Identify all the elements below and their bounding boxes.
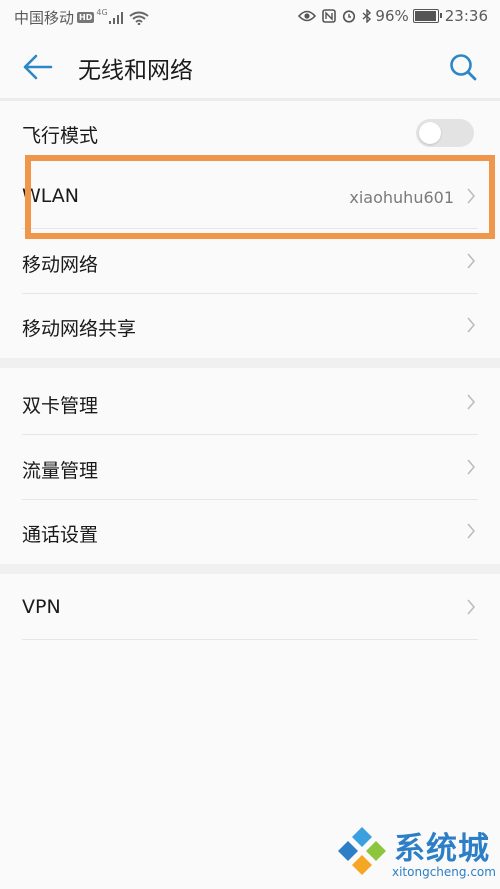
network-type: 4G bbox=[96, 8, 108, 17]
watermark-name: 系统城 bbox=[394, 831, 490, 867]
nfc-icon bbox=[322, 9, 337, 23]
hd-badge: HD bbox=[77, 12, 95, 23]
toggle-knob bbox=[419, 122, 441, 144]
section-gap bbox=[0, 564, 500, 574]
list-item-data-usage[interactable]: 流量管理 bbox=[0, 436, 500, 500]
list-item-call-settings[interactable]: 通话设置 bbox=[0, 500, 500, 564]
bluetooth-icon bbox=[362, 9, 372, 23]
list-item-label: 双卡管理 bbox=[22, 395, 99, 417]
list-item-label: 飞行模式 bbox=[22, 125, 99, 147]
watermark-url: xitongcheng.com bbox=[392, 865, 496, 879]
list-item-label: 流量管理 bbox=[22, 460, 99, 482]
list-item-dual-sim[interactable]: 双卡管理 bbox=[0, 371, 500, 435]
signal-icon bbox=[108, 11, 123, 24]
battery-percent: 96% bbox=[375, 7, 409, 25]
list-item-mobile-network[interactable]: 移动网络 bbox=[0, 230, 500, 294]
chevron-right-icon bbox=[467, 317, 476, 333]
list-item-label: 移动网络 bbox=[22, 254, 99, 276]
row-divider bbox=[22, 434, 478, 435]
status-right: 96% 23:36 bbox=[292, 7, 488, 25]
airplane-mode-toggle[interactable] bbox=[416, 119, 474, 147]
chevron-right-icon bbox=[467, 253, 476, 269]
chevron-right-icon bbox=[467, 394, 476, 410]
watermark-logo-icon bbox=[338, 827, 386, 875]
list-item-label: 通话设置 bbox=[22, 524, 99, 546]
row-divider bbox=[22, 639, 478, 640]
search-icon[interactable] bbox=[448, 52, 478, 82]
app-bar: 无线和网络 bbox=[0, 34, 500, 98]
list-item-tethering[interactable]: 移动网络共享 bbox=[0, 294, 500, 358]
status-left: 中国移动 HD 4G bbox=[14, 7, 149, 28]
list-item-label: 移动网络共享 bbox=[22, 318, 137, 340]
eye-icon bbox=[298, 10, 317, 22]
wifi-icon bbox=[129, 11, 149, 25]
alarm-icon bbox=[343, 10, 356, 23]
battery-icon bbox=[412, 9, 442, 23]
clock: 23:36 bbox=[444, 7, 488, 25]
chevron-right-icon bbox=[467, 523, 476, 539]
back-arrow-icon[interactable] bbox=[22, 52, 54, 82]
carrier-name: 中国移动 bbox=[14, 9, 75, 27]
highlight-box bbox=[25, 155, 495, 239]
page-title: 无线和网络 bbox=[78, 58, 193, 84]
status-bar: 中国移动 HD 4G 96% 23:36 bbox=[0, 0, 500, 34]
chevron-right-icon bbox=[467, 599, 476, 615]
list-item-vpn[interactable]: VPN bbox=[0, 576, 500, 640]
watermark: 系统城 xitongcheng.com bbox=[334, 823, 496, 885]
list-item-label: VPN bbox=[22, 596, 61, 618]
section-gap bbox=[0, 358, 500, 368]
chevron-right-icon bbox=[467, 459, 476, 475]
